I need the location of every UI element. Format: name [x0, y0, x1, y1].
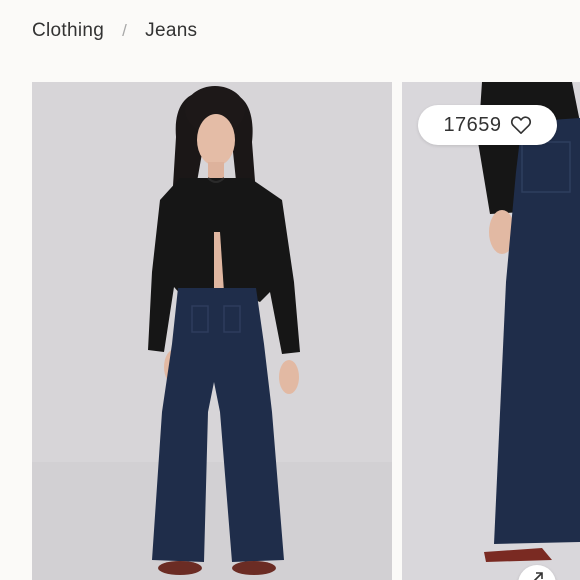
breadcrumb: Clothing / Jeans	[32, 18, 197, 44]
product-photo-main[interactable]	[32, 82, 392, 580]
breadcrumb-separator: /	[122, 21, 128, 40]
heart-outline-icon	[510, 116, 531, 134]
breadcrumb-item-jeans[interactable]: Jeans	[145, 20, 197, 42]
like-count: 17659	[443, 113, 502, 136]
breadcrumb-item-clothing[interactable]: Clothing	[32, 20, 104, 42]
product-photo-detail[interactable]	[402, 82, 580, 580]
jeans-detail-illustration	[402, 82, 580, 580]
model-figure-illustration	[32, 82, 392, 580]
like-button[interactable]: 17659	[418, 105, 557, 145]
expand-arrow-icon	[533, 572, 543, 580]
product-image-gallery	[0, 82, 580, 580]
